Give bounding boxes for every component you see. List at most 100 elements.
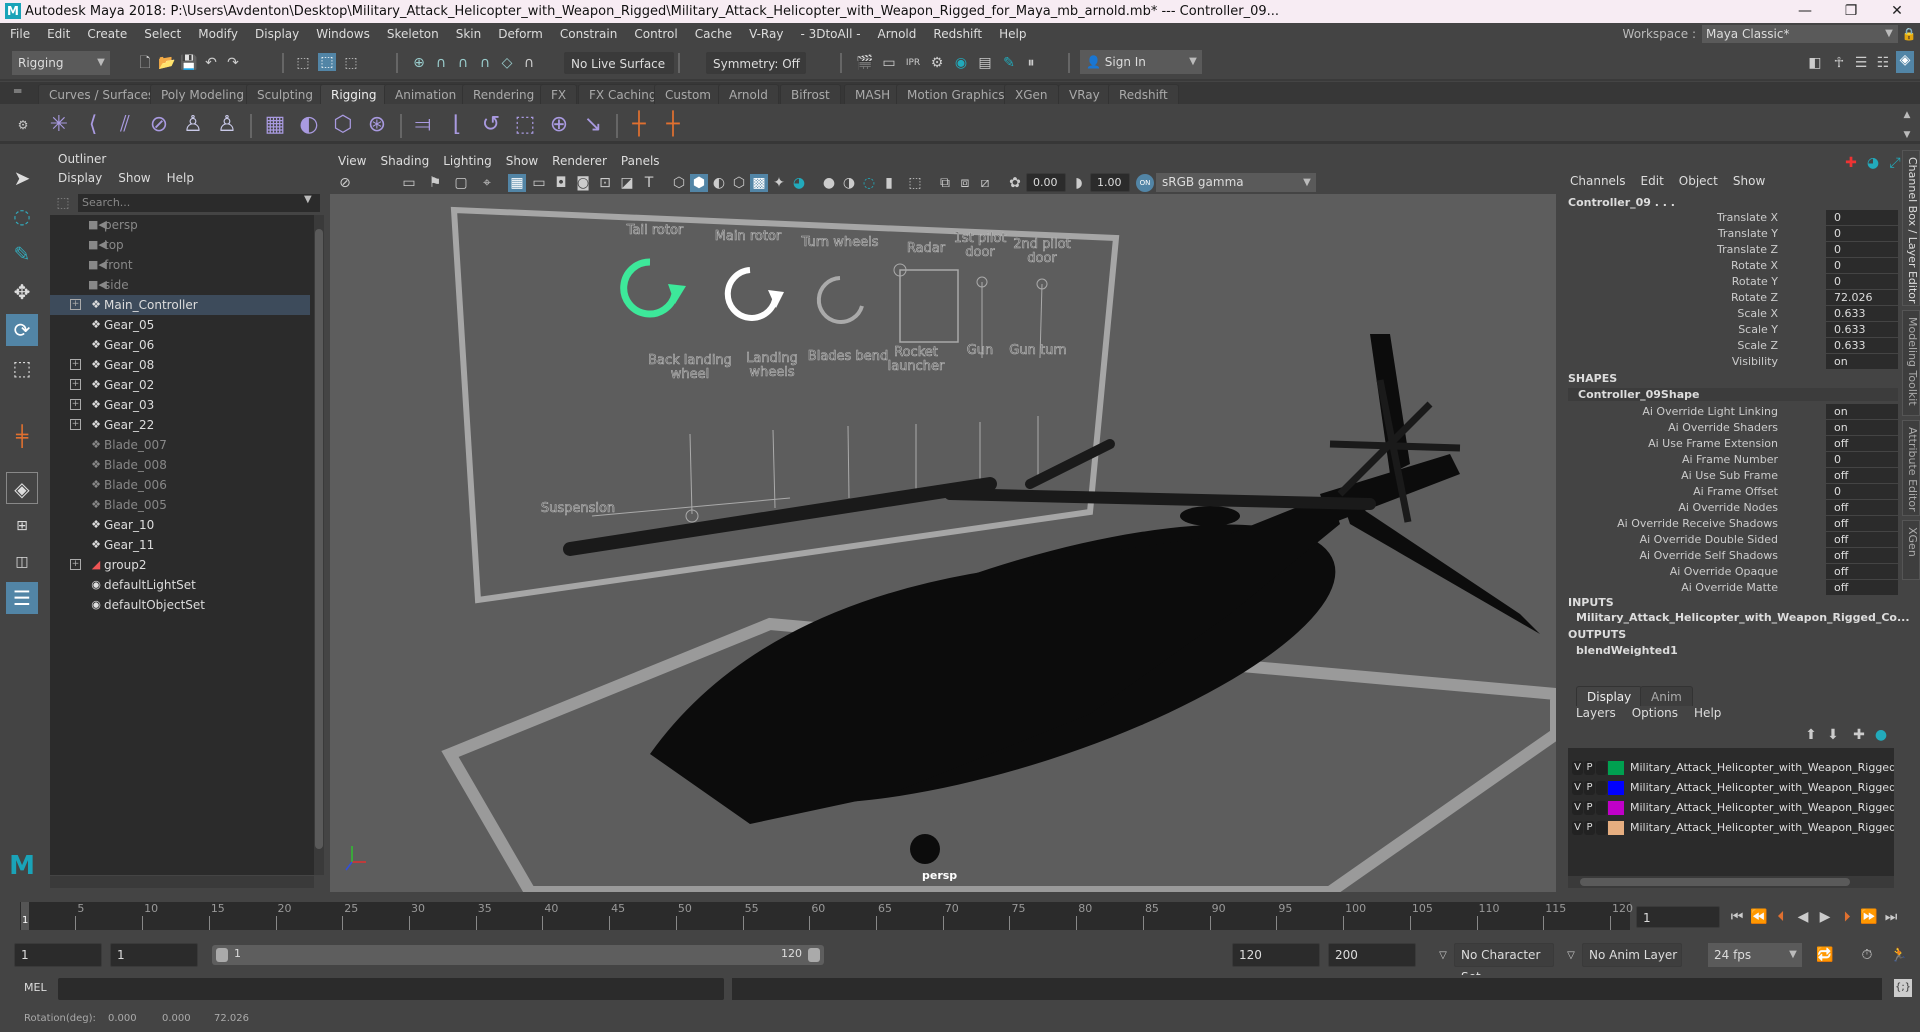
channel-menu-channels[interactable]: Channels [1570,174,1626,188]
current-frame-field[interactable]: 1 [1636,906,1720,928]
render-frame-icon[interactable]: ▭ [880,54,898,72]
last-tool-icon[interactable]: ╪ [6,420,38,452]
channel-row[interactable]: Ai Frame Number 0 [1562,452,1898,468]
channel-row[interactable]: Ai Override Self Shadows off [1562,548,1898,564]
lock-icon[interactable]: 🔒 [1898,27,1920,41]
channel-menu-object[interactable]: Object [1679,174,1718,188]
layer-visibility-toggle[interactable]: V [1572,781,1583,795]
shelf-tab-fx[interactable]: FX [540,84,578,104]
ipr-render-icon[interactable]: IPR [904,54,922,72]
bookmark-icon[interactable]: ⚑ [426,174,444,192]
character-set-dropdown[interactable]: No Character Set [1454,943,1554,984]
channel-value[interactable]: 0 [1826,258,1898,273]
playback-start-field[interactable]: 1 [110,943,198,967]
grid-icon[interactable]: ▦ [508,174,526,192]
layer-menu-layers[interactable]: Layers [1576,706,1616,720]
cluster-icon[interactable]: ⊛ [364,112,390,138]
humanik-character-icon[interactable]: ♙ [180,112,206,138]
snap-curve-icon[interactable]: ∩ [432,54,450,72]
lasso-tool-icon[interactable]: ◌ [6,200,38,232]
3d-scene[interactable]: Tail rotor Main rotor Turn wheels Radar 1st … [330,194,1556,892]
layer-row[interactable]: V P Military_Attack_Helicopter_with_Weapon… [1568,798,1894,818]
channel-row[interactable]: Translate Z 0 [1562,242,1898,258]
channel-row[interactable]: Ai Use Sub Frame off [1562,468,1898,484]
channel-value[interactable]: on [1826,420,1898,435]
step-back-frame-icon[interactable]: ⏴ [1772,908,1790,926]
channel-row[interactable]: Rotate X 0 [1562,258,1898,274]
save-scene-icon[interactable]: 💾 [180,54,198,72]
pole-vector-icon[interactable]: ↘ [580,112,606,138]
current-frame-marker[interactable]: 1 [21,902,29,930]
step-forward-key-icon[interactable]: ⏩ [1860,908,1878,926]
tail-rotor-control[interactable] [620,258,686,318]
viewport-menu-panels[interactable]: Panels [621,154,660,168]
ik-handle-icon[interactable]: ⟨ [80,112,106,138]
layer-menu-help[interactable]: Help [1694,706,1721,720]
layer-type-toggle[interactable] [1596,781,1607,795]
sign-in-dropdown[interactable]: ▼ [1152,50,1202,74]
wireframe-icon[interactable]: ⬡ [670,174,688,192]
parent-constraint-icon[interactable]: ⫤ [410,112,436,138]
step-forward-frame-icon[interactable]: ⏵ [1838,908,1856,926]
mel-label[interactable]: MEL [24,981,47,994]
play-backwards-icon[interactable]: ◀ [1794,908,1812,926]
shadows-icon[interactable]: ◕ [790,174,808,192]
menu-modify[interactable]: Modify [198,27,238,41]
color-management-toggle[interactable]: ON [1136,174,1154,192]
outliner-item[interactable]: + ❖ Gear_03 [50,395,310,415]
channel-value[interactable]: on [1826,404,1898,419]
channel-row[interactable]: Ai Override Light Linking on [1562,404,1898,420]
filter-icon[interactable]: ⬚ [54,194,72,212]
channel-row[interactable]: Ai Override Nodes off [1562,500,1898,516]
select-hierarchy-icon[interactable]: ⬚ [294,54,312,72]
channel-box-icon[interactable]: ◈ [1896,51,1914,73]
restore-button[interactable]: ❐ [1828,0,1874,23]
quick-rig-icon[interactable]: ♙ [214,112,240,138]
layer-color-swatch[interactable] [1608,781,1624,795]
layer-color-swatch[interactable] [1608,761,1624,775]
outliner-item[interactable]: ❖ Gear_06 [50,335,310,355]
shelf-menu-icon[interactable]: ═ [14,84,21,98]
outliner-item[interactable]: ■◀ top [50,235,310,255]
shelf-gear-icon[interactable]: ⚙ [14,116,32,134]
xray-icon[interactable]: ⬚ [906,174,924,192]
make-live-icon[interactable]: ◇ [498,54,516,72]
select-tool-icon[interactable]: ➤ [6,162,38,194]
shelf-tab-poly-modeling[interactable]: Poly Modeling [150,84,255,104]
side-tab-channel-box-layer-editor[interactable]: Channel Box / Layer Editor [1902,150,1920,306]
four-view-icon[interactable]: ⊞ [6,510,38,542]
paint-weights-icon[interactable]: ▦ [262,112,288,138]
use-all-lights-icon[interactable]: ✦ [770,174,788,192]
shelf-tab-rendering[interactable]: Rendering [462,84,546,104]
hypershade-icon[interactable]: ◉ [952,54,970,72]
live-surface-field[interactable]: No Live Surface [564,52,674,74]
image-plane-icon[interactable]: ▢ [452,174,470,192]
layer-visibility-toggle[interactable]: V [1572,761,1583,775]
channel-value[interactable]: 0 [1826,242,1898,257]
layer-hscrollbar[interactable] [1568,876,1894,888]
channel-value[interactable]: 0 [1826,452,1898,467]
shelf-tab-animation[interactable]: Animation [384,84,468,104]
shelf-tab-sculpting[interactable]: Sculpting [246,84,325,104]
textured-icon[interactable]: ▩ [750,174,768,192]
shelf-tab-arnold[interactable]: Arnold [718,84,779,104]
layer-playback-toggle[interactable]: P [1584,761,1595,775]
animation-preferences-icon[interactable]: 🏃 [1890,946,1908,964]
menu-display[interactable]: Display [255,27,299,41]
color-space-dropdown[interactable]: sRGB gamma ▼ [1156,173,1316,192]
snap-view-plane-icon[interactable]: ∩ [476,54,494,72]
command-input[interactable] [58,978,724,1000]
channel-value[interactable]: on [1826,354,1898,369]
layer-type-toggle[interactable] [1596,821,1607,835]
layer-visibility-toggle[interactable]: V [1572,801,1583,815]
workspace-chevron-icon[interactable]: ▼ [1880,25,1898,43]
aim-constraint-icon[interactable]: ⊕ [546,112,572,138]
outliner-item[interactable]: ◉ defaultObjectSet [50,595,310,615]
outliner-item[interactable]: ◉ defaultLightSet [50,575,310,595]
select-camera-icon[interactable]: ⊘ [336,174,354,192]
anim-layer-chevron-icon[interactable]: ▽ [1562,947,1580,965]
move-tool-icon[interactable]: ✥ [6,276,38,308]
channel-row[interactable]: Ai Override Matte off [1562,580,1898,596]
expand-icon[interactable]: + [70,359,81,370]
channel-row[interactable]: Translate X 0 [1562,210,1898,226]
